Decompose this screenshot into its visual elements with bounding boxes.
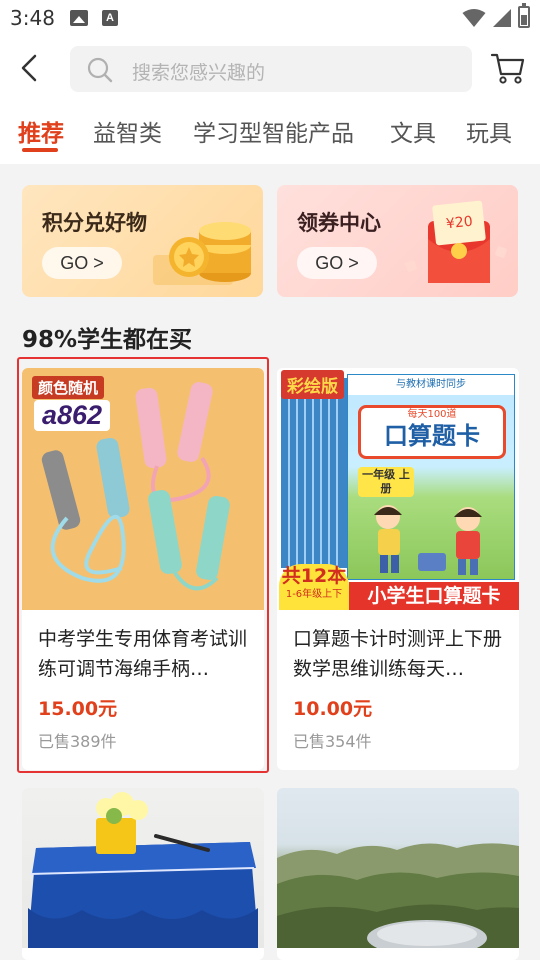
back-icon[interactable] <box>14 50 46 86</box>
search-input[interactable]: 搜索您感兴趣的 <box>70 46 472 92</box>
product-card[interactable] <box>22 788 264 960</box>
a-icon: A <box>102 10 118 26</box>
coupon-value: ¥20 <box>445 214 473 233</box>
product-card[interactable]: 与教材课时同步 每天100道 口算题卡 一年级 上册 彩绘版 共12本 1-6年… <box>277 368 519 770</box>
wifi-icon <box>462 9 486 27</box>
product-price: 10.00元 <box>293 698 373 720</box>
section-title: 98%学生都在买 <box>22 327 193 353</box>
image-icon <box>70 10 88 26</box>
status-time: 3:48 <box>10 6 55 30</box>
product-title: 口算题卡计时测评上下册数学思维训练每天… <box>293 628 503 680</box>
search-placeholder: 搜索您感兴趣的 <box>132 62 266 84</box>
cover-title-box: 每天100道 口算题卡 <box>358 405 506 459</box>
status-bar: 3:48 A <box>0 0 540 36</box>
promo-title: 积分兑好物 <box>42 211 147 235</box>
book-count-main: 共12本 <box>281 565 347 587</box>
book-count-badge: 共12本 1-6年级上下 <box>279 564 349 610</box>
edition-badge: 彩绘版 <box>281 370 344 399</box>
product-price: 15.00元 <box>38 698 118 720</box>
book-banner: 小学生口算题卡 <box>349 582 519 610</box>
go-button[interactable]: GO > <box>297 247 377 279</box>
coupon-center-card[interactable]: 领券中心 GO > ¥20 <box>277 185 518 297</box>
cart-icon[interactable] <box>490 50 526 86</box>
promo-title: 领券中心 <box>297 211 381 235</box>
search-icon <box>87 57 113 83</box>
go-button[interactable]: GO > <box>42 247 122 279</box>
product-image <box>277 788 519 948</box>
book-count-sub: 1-6年级上下 <box>285 589 343 600</box>
top-header: 搜索您感兴趣的 <box>0 36 540 102</box>
cover-grade: 一年级 上册 <box>358 467 414 497</box>
book-spines-illustration <box>281 378 347 568</box>
landscape-illustration <box>277 843 519 948</box>
tablecloth-illustration <box>28 792 258 948</box>
tab-toys[interactable]: 玩具 <box>466 114 512 148</box>
cover-title-text: 口算题卡 <box>384 422 480 450</box>
product-card[interactable] <box>277 788 519 960</box>
cover-small-text: 每天100道 <box>407 409 457 420</box>
coins-icon <box>153 222 251 285</box>
battery-icon <box>518 3 530 28</box>
red-envelope-icon: ¥20 <box>405 200 507 283</box>
product-sold-count: 已售389件 <box>38 732 117 751</box>
category-tabs: 推荐 益智类 学习型智能产品 文具 玩具 <box>0 102 540 164</box>
image-tag: a862 <box>34 400 111 431</box>
tab-active-indicator <box>22 148 58 152</box>
product-image: 与教材课时同步 每天100道 口算题卡 一年级 上册 彩绘版 共12本 1-6年… <box>277 368 519 610</box>
tab-puzzle[interactable]: 益智类 <box>93 114 162 148</box>
product-image <box>22 788 264 948</box>
tab-recommend[interactable]: 推荐 <box>18 114 64 148</box>
children-illustration <box>374 505 482 575</box>
tab-smart-learning[interactable]: 学习型智能产品 <box>193 114 354 148</box>
signal-icon <box>493 9 511 27</box>
image-tag: 颜色随机 <box>32 376 105 399</box>
cover-top-text: 与教材课时同步 <box>348 375 514 395</box>
book-cover: 与教材课时同步 每天100道 口算题卡 一年级 上册 <box>347 374 515 580</box>
product-image: 颜色随机 a862 <box>22 368 264 610</box>
product-card[interactable]: 颜色随机 a862 中考学生专用体育考试训练可调节海绵手柄… 15.00元 已售… <box>22 368 264 770</box>
product-title: 中考学生专用体育考试训练可调节海绵手柄… <box>38 628 248 680</box>
tab-stationery[interactable]: 文具 <box>390 114 436 148</box>
product-sold-count: 已售354件 <box>293 732 372 751</box>
points-exchange-card[interactable]: 积分兑好物 GO > <box>22 185 263 297</box>
